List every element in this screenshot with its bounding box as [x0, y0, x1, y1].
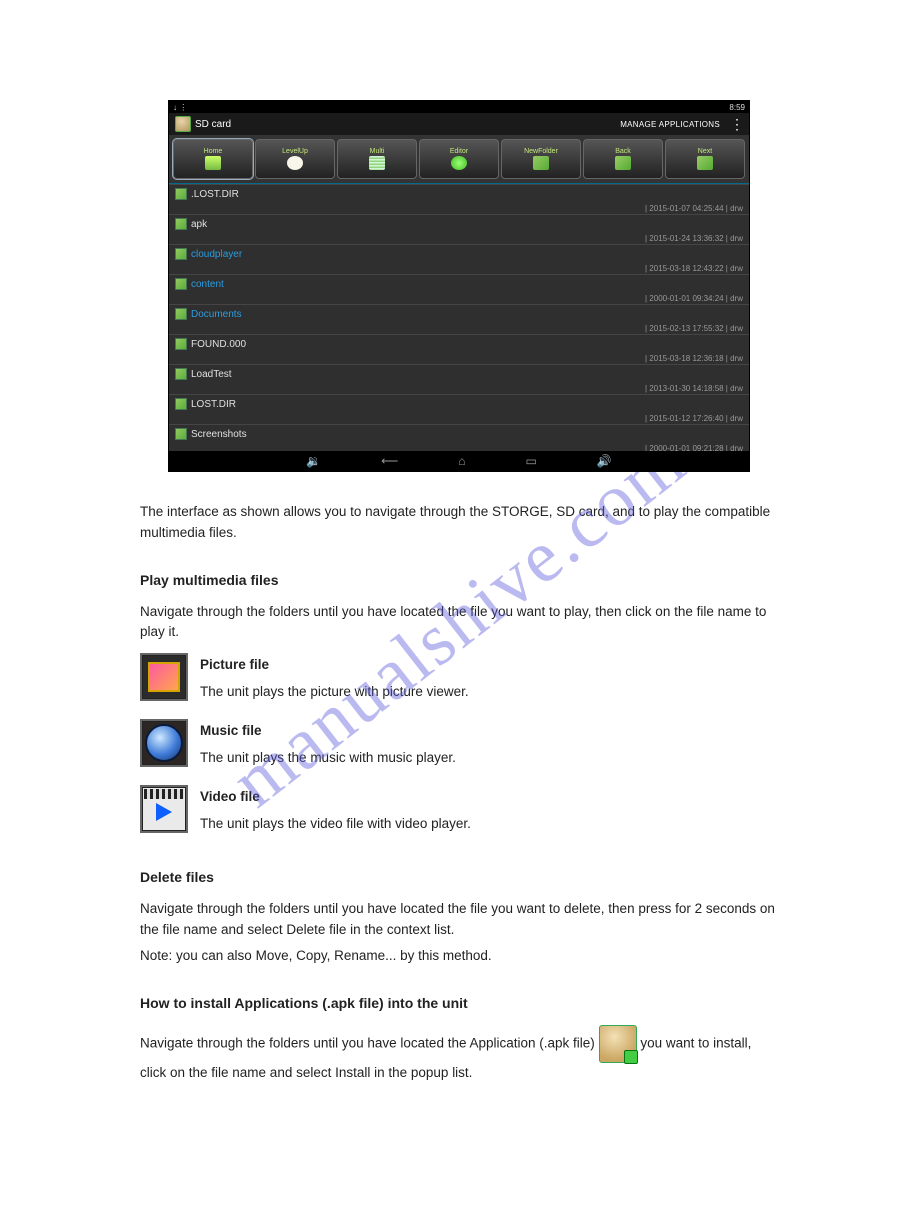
para: Note: you can also Move, Copy, Rename...… — [140, 946, 778, 967]
tool-multi[interactable]: Multi — [337, 139, 417, 179]
vol-up-icon[interactable]: 🔊 — [597, 454, 612, 468]
tool-next[interactable]: Next — [665, 139, 745, 179]
app-icon — [175, 116, 191, 132]
row-music: Music file The unit plays the music with… — [140, 719, 778, 775]
tool-levelup[interactable]: LevelUp — [255, 139, 335, 179]
file-row[interactable]: .LOST.DIR| 2015-01-07 04:25:44 | drw — [169, 184, 749, 214]
folder-icon — [175, 338, 187, 350]
tool-home[interactable]: Home — [173, 139, 253, 179]
desc: The unit plays the picture with picture … — [200, 682, 469, 703]
folder-icon — [175, 278, 187, 290]
heading-delete: Delete files — [140, 867, 778, 889]
picture-icon — [140, 653, 188, 701]
para: Navigate through the folders until you h… — [140, 899, 778, 941]
file-row[interactable]: FOUND.000| 2015-03-18 12:36:18 | drw — [169, 334, 749, 364]
heading-play: Play multimedia files — [140, 570, 778, 592]
video-icon — [140, 785, 188, 833]
file-row[interactable]: apk| 2015-01-24 13:36:32 | drw — [169, 214, 749, 244]
desc: The unit plays the music with music play… — [200, 748, 456, 769]
app-title: SD card — [195, 119, 231, 130]
home-icon[interactable]: ⌂ — [458, 454, 465, 468]
file-row[interactable]: LoadTest| 2013-01-30 14:18:58 | drw — [169, 364, 749, 394]
folder-icon — [175, 188, 187, 200]
vol-down-icon[interactable]: 🔉 — [306, 454, 321, 468]
file-row[interactable]: cloudplayer| 2015-03-18 12:43:22 | drw — [169, 244, 749, 274]
file-row[interactable]: content| 2000-01-01 09:34:24 | drw — [169, 274, 749, 304]
heading-install: How to install Applications (.apk file) … — [140, 993, 778, 1015]
file-list: .LOST.DIR| 2015-01-07 04:25:44 | drw apk… — [169, 184, 749, 472]
label: Music file — [200, 721, 456, 742]
tool-editor[interactable]: Editor — [419, 139, 499, 179]
label: Picture file — [200, 655, 469, 676]
title-bar: SD card MANAGE APPLICATIONS ⋮ — [169, 113, 749, 135]
file-row[interactable]: Documents| 2015-02-13 17:55:32 | drw — [169, 304, 749, 334]
row-video: Video file The unit plays the video file… — [140, 785, 778, 841]
android-screenshot: ↓ ⋮ 8:59 SD card MANAGE APPLICATIONS ⋮ H… — [168, 100, 750, 472]
recents-icon[interactable]: ▭ — [526, 454, 537, 468]
folder-icon — [175, 308, 187, 320]
row-picture: Picture file The unit plays the picture … — [140, 653, 778, 709]
para: The interface as shown allows you to nav… — [140, 502, 778, 544]
desc: The unit plays the video file with video… — [200, 814, 471, 835]
status-clock: 8:59 — [729, 103, 745, 112]
folder-icon — [175, 398, 187, 410]
para: Navigate through the folders until you h… — [140, 602, 778, 644]
folder-icon — [175, 428, 187, 440]
back-icon[interactable]: ⟵ — [381, 454, 398, 468]
music-icon — [140, 719, 188, 767]
android-apk-icon — [599, 1025, 637, 1063]
folder-icon — [175, 368, 187, 380]
label: Video file — [200, 787, 471, 808]
nav-bar: 🔉 ⟵ ⌂ ▭ 🔊 — [169, 451, 749, 471]
tool-newfolder[interactable]: NewFolder — [501, 139, 581, 179]
document-body: The interface as shown allows you to nav… — [140, 502, 778, 1084]
file-row[interactable]: Screenshots| 2000-01-01 09:21:28 | drw — [169, 424, 749, 454]
manage-apps-link[interactable]: MANAGE APPLICATIONS — [620, 120, 720, 129]
status-left: ↓ ⋮ — [173, 103, 187, 112]
toolbar: Home LevelUp Multi Editor NewFolder Back… — [169, 135, 749, 184]
tool-back[interactable]: Back — [583, 139, 663, 179]
folder-icon — [175, 248, 187, 260]
folder-icon — [175, 218, 187, 230]
status-bar: ↓ ⋮ 8:59 — [169, 101, 749, 113]
file-row[interactable]: LOST.DIR| 2015-01-12 17:26:40 | drw — [169, 394, 749, 424]
para: Navigate through the folders until you h… — [140, 1025, 778, 1084]
